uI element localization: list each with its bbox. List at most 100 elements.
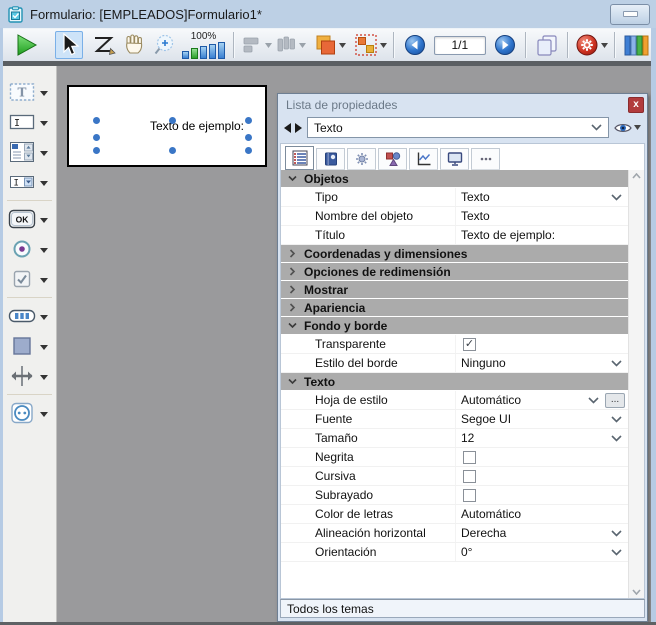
chevron-down-icon[interactable] bbox=[611, 360, 622, 367]
preferences-button[interactable] bbox=[575, 31, 608, 59]
property-value[interactable]: Texto de ejemplo: bbox=[455, 226, 628, 244]
splitter-tool[interactable] bbox=[3, 361, 56, 391]
dropdown-arrow-icon[interactable] bbox=[40, 115, 48, 129]
tab-objects[interactable] bbox=[378, 148, 407, 170]
property-value[interactable]: ✓ bbox=[455, 335, 628, 353]
display-options-button[interactable] bbox=[533, 31, 561, 59]
checkbox-unchecked[interactable] bbox=[463, 470, 476, 483]
zoom-bar[interactable] bbox=[218, 42, 225, 59]
property-value[interactable]: Derecha bbox=[455, 524, 628, 542]
checkbox-unchecked[interactable] bbox=[463, 489, 476, 502]
plugin-area-tool[interactable] bbox=[3, 398, 56, 428]
previous-page-button[interactable] bbox=[401, 31, 429, 59]
property-value[interactable]: Ninguno bbox=[455, 354, 628, 372]
tab-data[interactable] bbox=[316, 148, 345, 170]
zoom-tool-button[interactable] bbox=[150, 31, 178, 59]
group-menu-button[interactable] bbox=[354, 31, 387, 59]
section-header-5[interactable]: Fondo y borde bbox=[281, 317, 628, 335]
selection-handle[interactable] bbox=[169, 147, 176, 154]
property-value[interactable] bbox=[455, 467, 628, 485]
panel-close-button[interactable]: x bbox=[628, 97, 644, 113]
chevron-down-icon[interactable] bbox=[611, 549, 622, 556]
next-page-button[interactable] bbox=[491, 31, 519, 59]
dropdown-arrow-icon[interactable] bbox=[380, 43, 387, 48]
property-value[interactable]: Texto bbox=[455, 188, 628, 206]
section-header-4[interactable]: Apariencia bbox=[281, 299, 628, 317]
dropdown-arrow-icon[interactable] bbox=[40, 339, 48, 353]
entry-order-button[interactable] bbox=[90, 31, 118, 59]
zoom-level-control[interactable]: 100% bbox=[182, 31, 225, 59]
property-value[interactable]: Automático bbox=[455, 505, 628, 523]
dropdown-arrow-icon[interactable] bbox=[40, 175, 48, 189]
button-tool[interactable]: OK bbox=[3, 204, 56, 234]
chevron-down-icon[interactable] bbox=[611, 416, 622, 423]
dropdown-arrow-icon[interactable] bbox=[601, 43, 608, 48]
pointer-tool-button[interactable] bbox=[55, 31, 83, 59]
selection-handle[interactable] bbox=[245, 147, 252, 154]
dropdown-arrow-icon[interactable] bbox=[40, 406, 48, 420]
scroll-down-icon[interactable] bbox=[632, 589, 641, 595]
dropdown-arrow-icon[interactable] bbox=[40, 272, 48, 286]
radio-button-tool[interactable] bbox=[3, 234, 56, 264]
property-value[interactable]: 12 bbox=[455, 429, 628, 447]
selection-handle[interactable] bbox=[93, 134, 100, 141]
tab-property-list[interactable] bbox=[285, 146, 314, 170]
dropdown-arrow-icon[interactable] bbox=[40, 242, 48, 256]
section-header-3[interactable]: Mostrar bbox=[281, 281, 628, 299]
button-grid-tool[interactable] bbox=[3, 301, 56, 331]
section-header-1[interactable]: Coordenadas y dimensiones bbox=[281, 245, 628, 263]
section-header-6[interactable]: Texto bbox=[281, 373, 628, 391]
section-header-2[interactable]: Opciones de redimensión bbox=[281, 263, 628, 281]
scroll-up-icon[interactable] bbox=[632, 173, 641, 179]
level-menu-button[interactable] bbox=[313, 31, 346, 59]
page-indicator[interactable]: 1/1 bbox=[434, 36, 486, 55]
selection-handle[interactable] bbox=[245, 117, 252, 124]
dropdown-arrow-icon[interactable] bbox=[40, 309, 48, 323]
tab-more[interactable] bbox=[471, 148, 500, 170]
chevron-down-icon[interactable] bbox=[611, 435, 622, 442]
zoom-bar[interactable] bbox=[200, 46, 207, 59]
property-value[interactable] bbox=[455, 486, 628, 504]
chevron-down-icon[interactable] bbox=[611, 194, 622, 201]
selection-handle[interactable] bbox=[169, 117, 176, 124]
dropdown-arrow-icon[interactable] bbox=[40, 369, 48, 383]
list-box-tool[interactable] bbox=[3, 137, 56, 167]
dropdown-arrow-icon[interactable] bbox=[40, 85, 48, 99]
property-panel-titlebar[interactable]: Lista de propiedades x bbox=[278, 94, 647, 116]
form-page-area[interactable]: Texto de ejemplo: bbox=[67, 85, 267, 167]
pan-tool-button[interactable] bbox=[120, 31, 148, 59]
zoom-bar[interactable] bbox=[191, 48, 198, 59]
zoom-bar[interactable] bbox=[182, 51, 189, 59]
combo-box-tool[interactable]: I bbox=[3, 167, 56, 197]
tab-display[interactable] bbox=[440, 148, 469, 170]
checkbox-tool[interactable] bbox=[3, 264, 56, 294]
dropdown-arrow-icon[interactable] bbox=[265, 43, 272, 48]
section-header-0[interactable]: Objetos bbox=[281, 170, 628, 188]
property-value[interactable]: Automático... bbox=[455, 391, 628, 409]
selection-handle[interactable] bbox=[93, 117, 100, 124]
dropdown-arrow-icon[interactable] bbox=[40, 145, 48, 159]
dropdown-arrow-icon[interactable] bbox=[339, 43, 346, 48]
chevron-down-icon[interactable] bbox=[588, 397, 599, 404]
tab-events[interactable] bbox=[409, 148, 438, 170]
checkbox-unchecked[interactable] bbox=[463, 451, 476, 464]
execute-form-button[interactable] bbox=[12, 31, 40, 59]
selection-handle[interactable] bbox=[245, 134, 252, 141]
visibility-menu-button[interactable] bbox=[614, 122, 641, 134]
themes-footer[interactable]: Todos los temas bbox=[280, 599, 645, 618]
property-value[interactable] bbox=[455, 448, 628, 466]
tab-action[interactable] bbox=[347, 148, 376, 170]
ellipsis-button[interactable]: ... bbox=[605, 393, 625, 408]
object-selector-combobox[interactable]: Texto bbox=[307, 117, 609, 138]
rectangle-tool[interactable] bbox=[3, 331, 56, 361]
chevron-down-icon[interactable] bbox=[611, 530, 622, 537]
panel-scrollbar[interactable] bbox=[628, 170, 644, 598]
minimize-button[interactable] bbox=[610, 4, 650, 25]
static-text-tool[interactable]: T bbox=[3, 77, 56, 107]
selection-handle[interactable] bbox=[93, 147, 100, 154]
next-object-button[interactable] bbox=[294, 123, 302, 133]
checkbox-checked[interactable]: ✓ bbox=[463, 338, 476, 351]
text-input-tool[interactable]: I bbox=[3, 107, 56, 137]
property-value[interactable]: Texto bbox=[455, 207, 628, 225]
previous-object-button[interactable] bbox=[284, 123, 292, 133]
